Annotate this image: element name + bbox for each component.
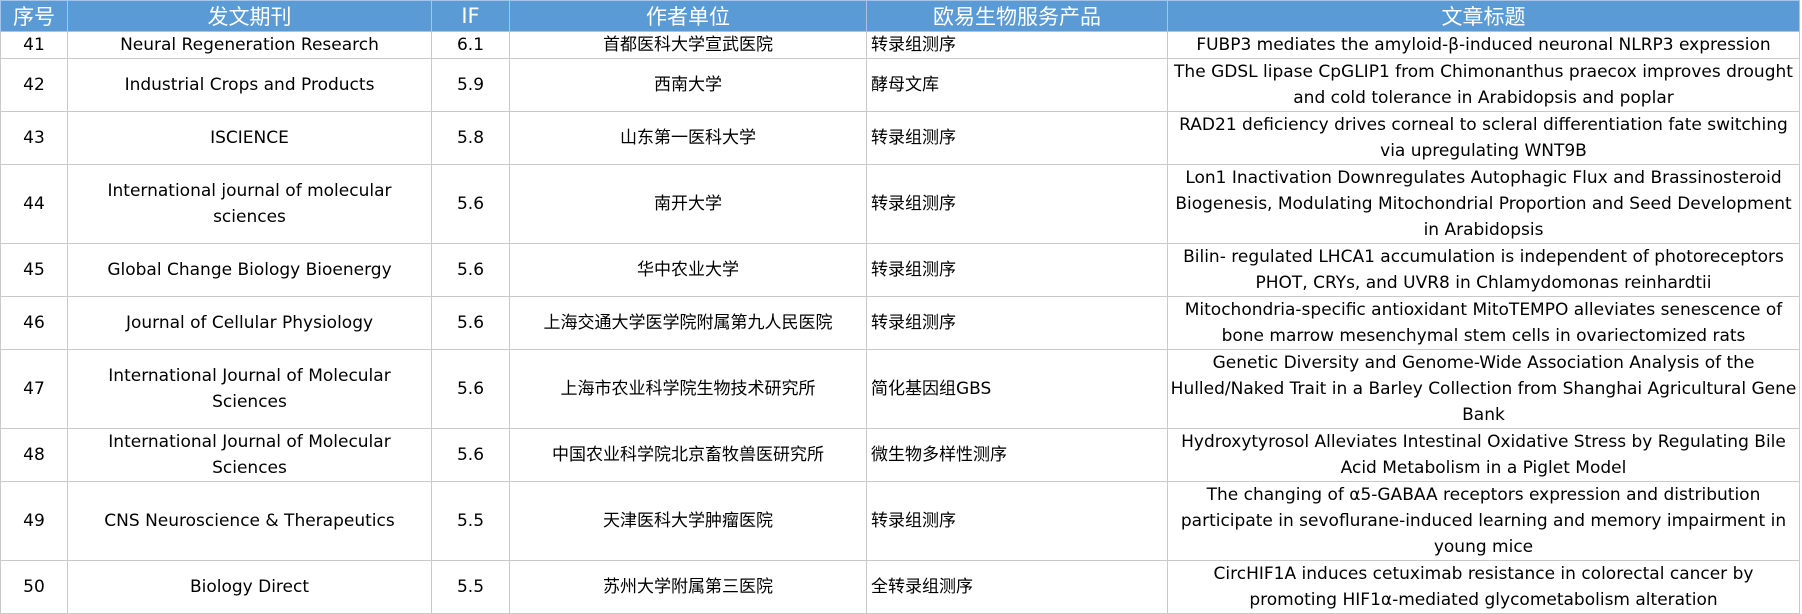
cell-article-title: FUBP3 mediates the amyloid-β-induced neu… bbox=[1167, 31, 1800, 59]
cell-author-org: 山东第一医科大学 bbox=[509, 111, 867, 165]
table-row: 43 ISCIENCE 5.8 山东第一医科大学 转录组测序 RAD21 def… bbox=[0, 111, 1800, 165]
cell-journal: International Journal of Molecular Scien… bbox=[67, 349, 432, 429]
cell-index: 45 bbox=[0, 243, 68, 297]
table-row: 49 CNS Neuroscience & Therapeutics 5.5 天… bbox=[0, 481, 1800, 561]
cell-service-product: 转录组测序 bbox=[866, 243, 1168, 297]
cell-impact-factor: 5.6 bbox=[431, 296, 510, 350]
cell-journal: International Journal of Molecular Scien… bbox=[67, 428, 432, 482]
cell-service-product: 全转录组测序 bbox=[866, 560, 1168, 614]
cell-article-title: Lon1 Inactivation Downregulates Autophag… bbox=[1167, 164, 1800, 244]
cell-impact-factor: 5.6 bbox=[431, 164, 510, 244]
cell-author-org: 天津医科大学肿瘤医院 bbox=[509, 481, 867, 561]
cell-journal: Journal of Cellular Physiology bbox=[67, 296, 432, 350]
table-row: 48 International Journal of Molecular Sc… bbox=[0, 428, 1800, 482]
cell-author-org: 华中农业大学 bbox=[509, 243, 867, 297]
cell-author-org: 上海交通大学医学院附属第九人民医院 bbox=[509, 296, 867, 350]
table-row: 42 Industrial Crops and Products 5.9 西南大… bbox=[0, 58, 1800, 112]
table-row: 46 Journal of Cellular Physiology 5.6 上海… bbox=[0, 296, 1800, 350]
table-row: 47 International Journal of Molecular Sc… bbox=[0, 349, 1800, 429]
cell-journal: ISCIENCE bbox=[67, 111, 432, 165]
cell-service-product: 转录组测序 bbox=[866, 111, 1168, 165]
cell-impact-factor: 6.1 bbox=[431, 31, 510, 59]
cell-article-title: The GDSL lipase CpGLIP1 from Chimonanthu… bbox=[1167, 58, 1800, 112]
cell-service-product: 转录组测序 bbox=[866, 164, 1168, 244]
cell-journal: Neural Regeneration Research bbox=[67, 31, 432, 59]
cell-journal: Biology Direct bbox=[67, 560, 432, 614]
cell-service-product: 转录组测序 bbox=[866, 31, 1168, 59]
cell-journal: CNS Neuroscience & Therapeutics bbox=[67, 481, 432, 561]
cell-journal: Industrial Crops and Products bbox=[67, 58, 432, 112]
cell-index: 46 bbox=[0, 296, 68, 350]
table-row: 41 Neural Regeneration Research 6.1 首都医科… bbox=[0, 31, 1800, 59]
cell-impact-factor: 5.8 bbox=[431, 111, 510, 165]
cell-author-org: 上海市农业科学院生物技术研究所 bbox=[509, 349, 867, 429]
cell-index: 44 bbox=[0, 164, 68, 244]
cell-article-title: The changing of α5-GABAA receptors expre… bbox=[1167, 481, 1800, 561]
cell-index: 50 bbox=[0, 560, 68, 614]
cell-author-org: 南开大学 bbox=[509, 164, 867, 244]
cell-article-title: CircHIF1A induces cetuximab resistance i… bbox=[1167, 560, 1800, 614]
cell-index: 48 bbox=[0, 428, 68, 482]
cell-article-title: Hydroxytyrosol Alleviates Intestinal Oxi… bbox=[1167, 428, 1800, 482]
cell-service-product: 转录组测序 bbox=[866, 481, 1168, 561]
cell-impact-factor: 5.6 bbox=[431, 349, 510, 429]
publication-table: 序号 发文期刊 IF 作者单位 欧易生物服务产品 文章标题 41 Neural … bbox=[0, 0, 1800, 614]
cell-impact-factor: 5.5 bbox=[431, 481, 510, 561]
header-service-product: 欧易生物服务产品 bbox=[866, 0, 1168, 32]
cell-service-product: 简化基因组GBS bbox=[866, 349, 1168, 429]
cell-article-title: Bilin- regulated LHCA1 accumulation is i… bbox=[1167, 243, 1800, 297]
cell-impact-factor: 5.6 bbox=[431, 243, 510, 297]
cell-service-product: 酵母文库 bbox=[866, 58, 1168, 112]
cell-service-product: 微生物多样性测序 bbox=[866, 428, 1168, 482]
cell-journal: Global Change Biology Bioenergy bbox=[67, 243, 432, 297]
cell-index: 41 bbox=[0, 31, 68, 59]
cell-index: 43 bbox=[0, 111, 68, 165]
table-header: 序号 发文期刊 IF 作者单位 欧易生物服务产品 文章标题 bbox=[0, 0, 1800, 32]
cell-impact-factor: 5.9 bbox=[431, 58, 510, 112]
cell-journal: International journal of molecular scien… bbox=[67, 164, 432, 244]
cell-index: 49 bbox=[0, 481, 68, 561]
cell-index: 42 bbox=[0, 58, 68, 112]
cell-index: 47 bbox=[0, 349, 68, 429]
cell-impact-factor: 5.5 bbox=[431, 560, 510, 614]
cell-article-title: Genetic Diversity and Genome-Wide Associ… bbox=[1167, 349, 1800, 429]
table-row: 45 Global Change Biology Bioenergy 5.6 华… bbox=[0, 243, 1800, 297]
cell-author-org: 西南大学 bbox=[509, 58, 867, 112]
cell-author-org: 中国农业科学院北京畜牧兽医研究所 bbox=[509, 428, 867, 482]
cell-article-title: Mitochondria-specific antioxidant MitoTE… bbox=[1167, 296, 1800, 350]
table-row: 44 International journal of molecular sc… bbox=[0, 164, 1800, 244]
header-row: 序号 发文期刊 IF 作者单位 欧易生物服务产品 文章标题 bbox=[0, 0, 1800, 32]
cell-author-org: 首都医科大学宣武医院 bbox=[509, 31, 867, 59]
header-author-org: 作者单位 bbox=[509, 0, 867, 32]
cell-article-title: RAD21 deficiency drives corneal to scler… bbox=[1167, 111, 1800, 165]
header-impact-factor: IF bbox=[431, 0, 510, 32]
header-article-title: 文章标题 bbox=[1167, 0, 1800, 32]
header-journal: 发文期刊 bbox=[67, 0, 432, 32]
header-index: 序号 bbox=[0, 0, 68, 32]
cell-service-product: 转录组测序 bbox=[866, 296, 1168, 350]
table-body: 41 Neural Regeneration Research 6.1 首都医科… bbox=[0, 31, 1800, 614]
cell-impact-factor: 5.6 bbox=[431, 428, 510, 482]
table-row: 50 Biology Direct 5.5 苏州大学附属第三医院 全转录组测序 … bbox=[0, 560, 1800, 614]
cell-author-org: 苏州大学附属第三医院 bbox=[509, 560, 867, 614]
